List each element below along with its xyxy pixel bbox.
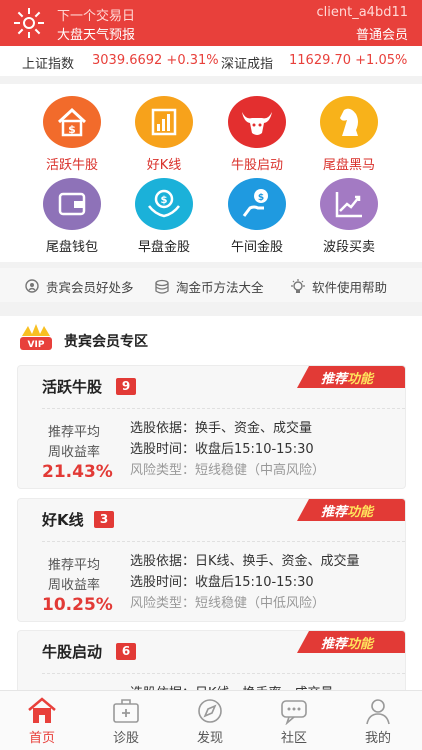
feature-late-dark-horse[interactable]: 尾盘黑马: [304, 96, 394, 173]
client-id: client_a4bd11: [316, 5, 409, 20]
tab-community[interactable]: 社区: [252, 691, 336, 750]
bull-icon: [228, 96, 286, 148]
weather-sun-icon[interactable]: [14, 8, 44, 38]
feature-morning-gold[interactable]: $ 早盘金股: [119, 178, 209, 255]
hand-coin-icon: $: [228, 178, 286, 230]
strategy-card-good-kline[interactable]: 好K线 3 推荐功能 推荐平均 周收益率 10.25% 选股依据：日K线、换手、…: [17, 498, 406, 622]
return-label: 周收益率: [48, 445, 101, 460]
stock-count-badge: 9: [116, 378, 136, 395]
feature-label: 活跃牛股: [45, 158, 98, 173]
house-dollar-icon: $: [43, 96, 101, 148]
feature-swing-trading[interactable]: 波段买卖: [304, 178, 394, 255]
recommended-ribbon: 推荐功能: [297, 366, 405, 388]
member-level: 普通会员: [355, 28, 408, 43]
hands-coin-icon: $: [135, 178, 193, 230]
compass-icon: [195, 697, 225, 725]
link-label: 软件使用帮助: [312, 280, 388, 295]
vip-section: VIP 贵宾会员专区 活跃牛股 9 推荐功能 推荐平均 周收益率 21.43% …: [0, 316, 422, 710]
strategy-name: 牛股启动: [42, 643, 103, 661]
link-label: 贵宾会员好处多: [46, 280, 134, 295]
vip-crown-icon: VIP: [18, 322, 54, 354]
feature-label: 午间金股: [230, 240, 283, 255]
risk-type: 风险类型：短线稳健（中低风险）: [130, 596, 326, 611]
strategy-name: 好K线: [42, 511, 84, 529]
selection-basis: 选股依据：换手、资金、成交量: [130, 421, 313, 436]
strategy-name: 活跃牛股: [42, 378, 103, 396]
svg-text:$: $: [68, 123, 76, 136]
link-vip-benefits[interactable]: 贵宾会员好处多: [24, 277, 134, 296]
feature-good-kline[interactable]: 好K线: [119, 96, 209, 173]
selection-time: 选股时间：收盘后15:10-15:30: [130, 575, 314, 590]
ribbon-text: 推荐: [321, 505, 348, 520]
chess-knight-icon: [320, 96, 378, 148]
return-label: 周收益率: [48, 578, 101, 593]
recommended-ribbon: 推荐功能: [297, 631, 405, 653]
tab-mine[interactable]: 我的: [336, 691, 420, 750]
recommended-ribbon: 推荐功能: [297, 499, 405, 521]
tab-label: 首页: [28, 731, 55, 746]
index-name-shenzhen: 深证成指: [221, 57, 274, 72]
tab-diagnose[interactable]: 诊股: [84, 691, 168, 750]
strategy-card-active-bull[interactable]: 活跃牛股 9 推荐功能 推荐平均 周收益率 21.43% 选股依据：换手、资金、…: [17, 365, 406, 489]
link-label: 淘金币方法大全: [176, 280, 264, 295]
feature-grid: $ 活跃牛股 好K线 牛股启动 尾盘黑马 尾盘钱包 $ 早盘金股 $ 午间金股 …: [0, 84, 422, 262]
index-name-shanghai: 上证指数: [22, 57, 75, 72]
ribbon-text-highlight: 功能: [347, 637, 374, 652]
market-forecast-label[interactable]: 大盘天气预报: [57, 24, 135, 43]
feature-label: 牛股启动: [230, 158, 283, 173]
link-gold-coin-methods[interactable]: 淘金币方法大全: [154, 277, 264, 296]
ribbon-text-highlight: 功能: [347, 505, 374, 520]
coin-stack-icon: [154, 279, 170, 295]
feature-bull-start[interactable]: 牛股启动: [212, 96, 302, 173]
ribbon-text: 推荐: [321, 372, 348, 387]
user-icon: [363, 697, 393, 725]
bar-chart-icon: [135, 96, 193, 148]
svg-text:$: $: [258, 193, 264, 203]
tab-label: 社区: [280, 731, 307, 746]
svg-text:$: $: [161, 195, 168, 206]
return-label: 推荐平均: [48, 425, 101, 440]
vip-section-title: 贵宾会员专区: [64, 334, 148, 350]
wallet-icon: [43, 178, 101, 230]
index-value-shanghai: 3039.6692 +0.31%: [92, 53, 219, 68]
feature-label: 波段买卖: [322, 240, 375, 255]
feature-label: 尾盘钱包: [45, 240, 98, 255]
header-bar: 下一个交易日 大盘天气预报 client_a4bd11 普通会员: [0, 0, 422, 46]
weekly-return-value: 10.25%: [42, 595, 113, 615]
medical-kit-icon: [111, 697, 141, 725]
feature-active-bull-stocks[interactable]: $ 活跃牛股: [27, 96, 117, 173]
ribbon-text: 推荐: [321, 637, 348, 652]
vip-badge-text: VIP: [28, 340, 45, 350]
selection-time: 选股时间：收盘后15:10-15:30: [130, 442, 314, 457]
tab-discover[interactable]: 发现: [168, 691, 252, 750]
ribbon-text-highlight: 功能: [347, 372, 374, 387]
feature-label: 尾盘黑马: [322, 158, 375, 173]
growth-chart-icon: [320, 178, 378, 230]
feature-label: 早盘金股: [137, 240, 190, 255]
tab-home[interactable]: 首页: [0, 691, 84, 750]
feature-noon-gold[interactable]: $ 午间金股: [212, 178, 302, 255]
lightbulb-icon: [290, 278, 306, 295]
selection-basis: 选股依据：日K线、换手、资金、成交量: [130, 554, 360, 569]
risk-type: 风险类型：短线稳健（中高风险）: [130, 463, 326, 478]
index-ticker-bar: 上证指数 3039.6692 +0.31% 深证成指 11629.70 +1.0…: [0, 46, 422, 76]
app-screen: 下一个交易日 大盘天气预报 client_a4bd11 普通会员 上证指数 30…: [0, 0, 422, 750]
feature-late-wallet[interactable]: 尾盘钱包: [27, 178, 117, 255]
next-trading-day-label[interactable]: 下一个交易日: [57, 5, 135, 24]
bottom-tab-bar: 首页 诊股 发现 社区 我的: [0, 690, 422, 750]
weekly-return-value: 21.43%: [42, 462, 113, 482]
home-icon: [27, 697, 57, 725]
tab-label: 发现: [196, 731, 223, 746]
stock-count-badge: 6: [116, 643, 136, 660]
tab-label: 诊股: [112, 731, 139, 746]
stock-count-badge: 3: [94, 511, 114, 528]
index-value-shenzhen: 11629.70 +1.05%: [289, 53, 408, 68]
user-pin-icon: [24, 278, 40, 295]
link-software-help[interactable]: 软件使用帮助: [290, 277, 387, 296]
help-links-bar: 贵宾会员好处多 淘金币方法大全 软件使用帮助: [0, 268, 422, 302]
feature-label: 好K线: [146, 158, 182, 173]
return-label: 推荐平均: [48, 558, 101, 573]
tab-label: 我的: [364, 731, 391, 746]
chat-bubble-icon: [279, 697, 309, 726]
